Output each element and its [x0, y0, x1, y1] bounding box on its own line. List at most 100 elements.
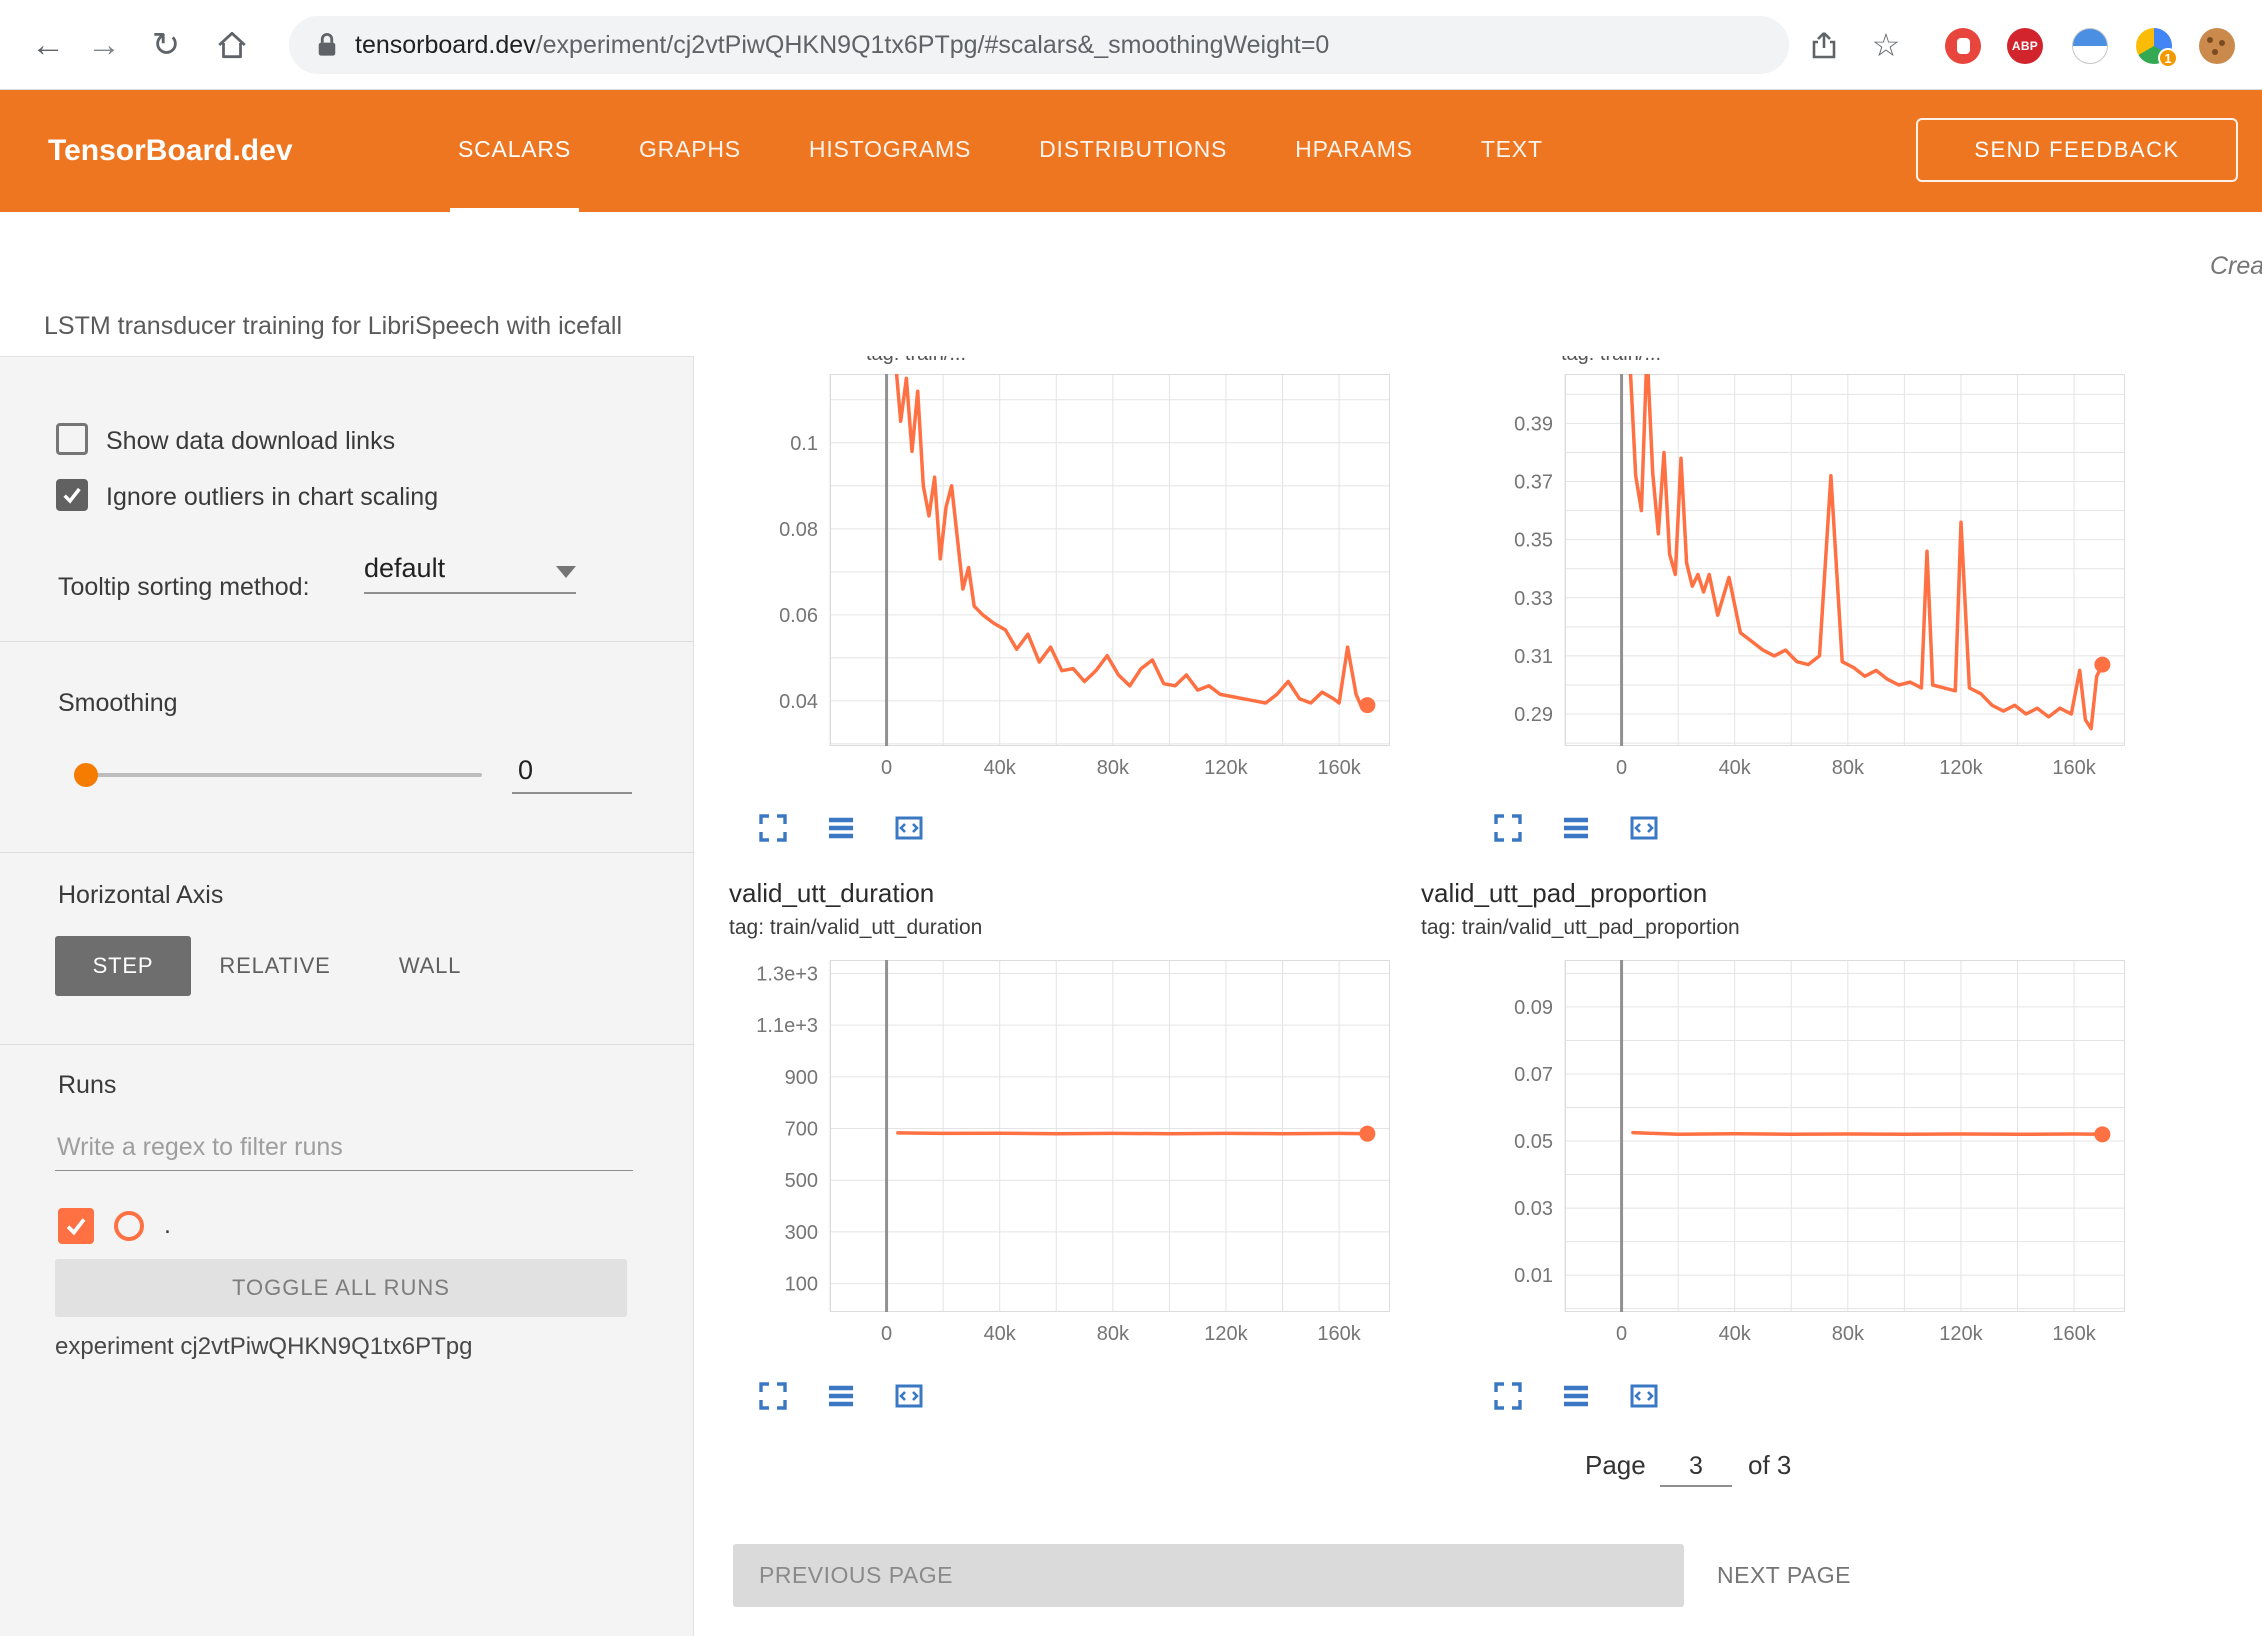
ignore-outliers-label: Ignore outliers in chart scaling	[106, 481, 438, 513]
extension-notification-badge: 1	[2158, 48, 2178, 68]
axis-step-button[interactable]: STEP	[55, 936, 191, 996]
toggle-all-runs-button[interactable]: TOGGLE ALL RUNS	[55, 1259, 627, 1317]
tab-graphs[interactable]: GRAPHS	[631, 90, 749, 212]
svg-text:120k: 120k	[1204, 757, 1248, 779]
smoothing-value-input[interactable]: 0	[512, 755, 632, 794]
axis-relative-button[interactable]: RELATIVE	[200, 936, 350, 996]
runs-label: Runs	[58, 1069, 116, 1101]
svg-text:80k: 80k	[1832, 757, 1865, 779]
chart-canvas-bottom-right[interactable]: 0.010.030.050.070.09040k80k120k160k	[1475, 960, 2125, 1346]
runs-filter-input[interactable]	[55, 1125, 633, 1171]
home-button[interactable]	[204, 0, 260, 90]
svg-text:0.09: 0.09	[1514, 997, 1553, 1019]
url-path: /experiment/cj2vtPiwQHKN9Q1tx6PTpg/#scal…	[536, 31, 1330, 59]
forward-button[interactable]: →	[76, 0, 132, 90]
chart-tag-valid-utt-duration: tag: train/valid_utt_duration	[729, 916, 982, 940]
slider-thumb[interactable]	[74, 763, 98, 787]
svg-text:120k: 120k	[1939, 1323, 1983, 1345]
svg-text:0.01: 0.01	[1514, 1265, 1553, 1287]
tooltip-sorting-dropdown[interactable]: default	[364, 553, 576, 594]
svg-text:300: 300	[785, 1222, 818, 1244]
svg-text:40k: 40k	[984, 1323, 1017, 1345]
horizontal-lines-icon[interactable]	[825, 812, 857, 844]
svg-text:80k: 80k	[1832, 1323, 1865, 1345]
svg-text:0.03: 0.03	[1514, 1198, 1553, 1220]
svg-text:500: 500	[785, 1170, 818, 1192]
tab-distributions[interactable]: DISTRIBUTIONS	[1031, 90, 1235, 212]
reload-button[interactable]: ↻	[138, 0, 194, 90]
svg-text:120k: 120k	[1204, 1323, 1248, 1345]
page-label: Page	[1585, 1450, 1646, 1481]
expand-chart-icon[interactable]	[1492, 1380, 1524, 1412]
tab-text[interactable]: TEXT	[1473, 90, 1551, 212]
share-icon[interactable]	[1796, 0, 1852, 90]
bookmark-star-icon[interactable]: ☆	[1858, 0, 1914, 90]
svg-text:1.1e+3: 1.1e+3	[756, 1015, 818, 1037]
svg-text:160k: 160k	[1317, 1323, 1361, 1345]
svg-text:0.33: 0.33	[1514, 588, 1553, 610]
chart-canvas-bottom-left[interactable]: 1003005007009001.1e+31.3e+3040k80k120k16…	[740, 960, 1390, 1346]
app-logo: TensorBoard.dev	[48, 90, 293, 212]
svg-text:160k: 160k	[1317, 757, 1361, 779]
page-of-label: of 3	[1748, 1450, 1791, 1481]
smoothing-slider[interactable]	[78, 773, 482, 777]
tab-hparams[interactable]: HPARAMS	[1287, 90, 1421, 212]
address-bar[interactable]: tensorboard.dev/experiment/cj2vtPiwQHKN9…	[289, 16, 1789, 74]
adblock-extension-icon[interactable]	[1945, 28, 1981, 64]
run-checkbox[interactable]	[58, 1208, 94, 1244]
horizontal-lines-icon[interactable]	[825, 1380, 857, 1412]
horizontal-axis-label: Horizontal Axis	[58, 879, 223, 911]
next-page-button[interactable]: NEXT PAGE	[1717, 1544, 1851, 1607]
svg-text:40k: 40k	[1719, 757, 1752, 779]
smoothing-label: Smoothing	[58, 687, 178, 719]
browser-window: ← → ↻ tensorboard.dev/experiment/cj2vtPi…	[0, 0, 2262, 1636]
svg-text:160k: 160k	[2052, 1323, 2096, 1345]
abp-extension-icon[interactable]: ABP	[2007, 28, 2043, 64]
profile-extension-icon[interactable]: 1	[2136, 28, 2172, 64]
cookie-extension-icon[interactable]	[2199, 28, 2235, 64]
chart-canvas-top-left[interactable]: 0.040.060.080.1040k80k120k160k	[740, 374, 1390, 780]
horizontal-lines-icon[interactable]	[1560, 1380, 1592, 1412]
settings-sidebar: Show data download links Ignore outliers…	[0, 356, 694, 1636]
previous-page-button[interactable]: PREVIOUS PAGE	[733, 1544, 1684, 1607]
svg-text:0.29: 0.29	[1514, 704, 1553, 726]
chart-canvas-top-right[interactable]: 0.290.310.330.350.370.39040k80k120k160k	[1475, 374, 2125, 780]
show-download-links-checkbox[interactable]	[56, 423, 88, 455]
page-number-input[interactable]	[1660, 1452, 1732, 1487]
divider	[0, 641, 694, 642]
fit-domain-icon[interactable]	[1628, 812, 1660, 844]
fit-domain-icon[interactable]	[893, 1380, 925, 1412]
expand-chart-icon[interactable]	[757, 812, 789, 844]
ignore-outliers-checkbox[interactable]	[56, 479, 88, 511]
fit-domain-icon[interactable]	[893, 812, 925, 844]
run-name-label: .	[164, 1209, 171, 1241]
axis-wall-button[interactable]: WALL	[370, 936, 490, 996]
svg-text:40k: 40k	[1719, 1323, 1752, 1345]
url-domain: tensorboard.dev	[355, 31, 536, 59]
clipped-tag-text: tag: train/...	[1561, 356, 1661, 366]
chevron-down-icon	[556, 566, 576, 578]
svg-text:0.31: 0.31	[1514, 646, 1553, 668]
fit-domain-icon[interactable]	[1628, 1380, 1660, 1412]
tab-scalars[interactable]: SCALARS	[450, 90, 579, 212]
blue-pie-extension-icon[interactable]	[2072, 28, 2108, 64]
expand-chart-icon[interactable]	[757, 1380, 789, 1412]
svg-text:0.07: 0.07	[1514, 1064, 1553, 1086]
chart-title-valid-utt-duration: valid_utt_duration	[729, 878, 934, 909]
experiment-description: LSTM transducer training for LibriSpeech…	[44, 312, 622, 341]
svg-text:1.3e+3: 1.3e+3	[756, 963, 818, 985]
tab-histograms[interactable]: HISTOGRAMS	[801, 90, 979, 212]
adblock-hand-icon	[1957, 38, 1970, 54]
chart-toolbar	[757, 1380, 925, 1412]
svg-text:0.08: 0.08	[779, 519, 818, 541]
svg-text:0: 0	[1616, 757, 1627, 779]
divider	[0, 852, 694, 853]
svg-text:0: 0	[1616, 1323, 1627, 1345]
send-feedback-button[interactable]: SEND FEEDBACK	[1916, 118, 2238, 182]
expand-chart-icon[interactable]	[1492, 812, 1524, 844]
back-button[interactable]: ←	[20, 0, 76, 90]
svg-text:0.39: 0.39	[1514, 413, 1553, 435]
horizontal-lines-icon[interactable]	[1560, 812, 1592, 844]
url-text: tensorboard.dev/experiment/cj2vtPiwQHKN9…	[355, 31, 1329, 60]
chart-tag-valid-utt-pad-proportion: tag: train/valid_utt_pad_proportion	[1421, 916, 1740, 940]
